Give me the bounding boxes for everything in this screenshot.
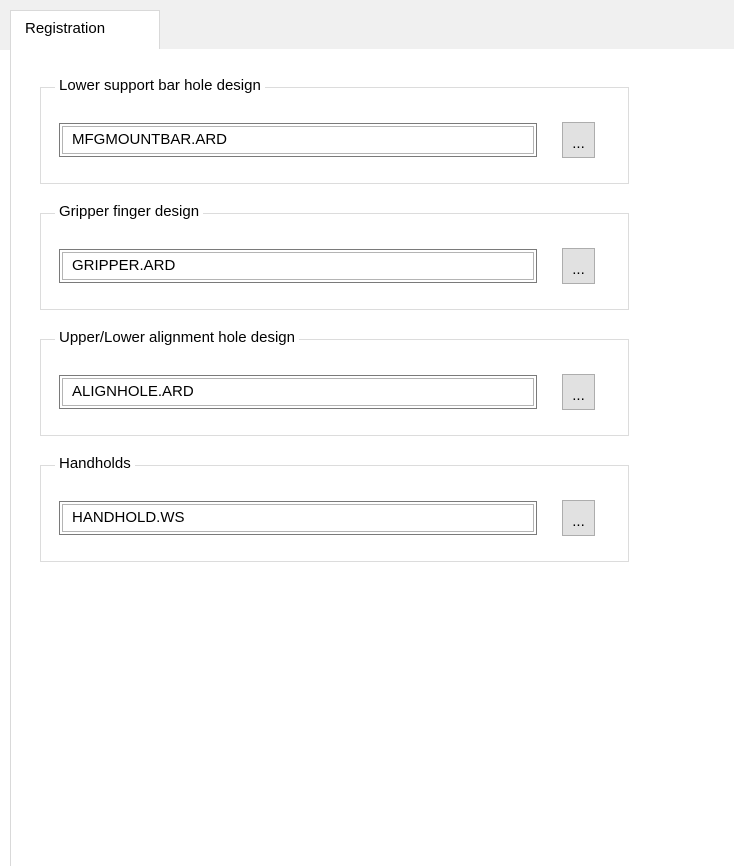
file-field-value: GRIPPER.ARD: [62, 252, 534, 280]
group-title: Handholds: [55, 454, 135, 474]
registration-dialog: Registration Lower support bar hole desi…: [0, 0, 734, 866]
browse-button[interactable]: ...: [562, 122, 595, 158]
browse-button[interactable]: ...: [562, 500, 595, 536]
browse-button-label: ...: [572, 135, 585, 152]
file-field-value: HANDHOLD.WS: [62, 504, 534, 532]
gripper-finger-file-field[interactable]: GRIPPER.ARD: [59, 249, 537, 283]
file-field-value: ALIGNHOLE.ARD: [62, 378, 534, 406]
file-field-value: MFGMOUNTBAR.ARD: [62, 126, 534, 154]
browse-button[interactable]: ...: [562, 248, 595, 284]
group-handholds: Handholds HANDHOLD.WS ...: [40, 454, 629, 562]
browse-button-label: ...: [572, 261, 585, 278]
lower-support-bar-file-field[interactable]: MFGMOUNTBAR.ARD: [59, 123, 537, 157]
tab-strip: Registration: [0, 0, 734, 50]
group-title: Gripper finger design: [55, 202, 204, 222]
browse-button-label: ...: [572, 513, 585, 530]
group-gripper-finger-design: Gripper finger design GRIPPER.ARD ...: [40, 202, 629, 310]
handholds-file-field[interactable]: HANDHOLD.WS: [59, 501, 537, 535]
browse-button[interactable]: ...: [562, 374, 595, 410]
group-lower-support-bar-hole-design: Lower support bar hole design MFGMOUNTBA…: [40, 76, 629, 184]
group-title: Lower support bar hole design: [55, 76, 265, 96]
group-title: Upper/Lower alignment hole design: [55, 328, 299, 348]
alignment-hole-file-field[interactable]: ALIGNHOLE.ARD: [59, 375, 537, 409]
tab-registration[interactable]: Registration: [10, 10, 160, 50]
group-upper-lower-alignment-hole-design: Upper/Lower alignment hole design ALIGNH…: [40, 328, 629, 436]
browse-button-label: ...: [572, 387, 585, 404]
